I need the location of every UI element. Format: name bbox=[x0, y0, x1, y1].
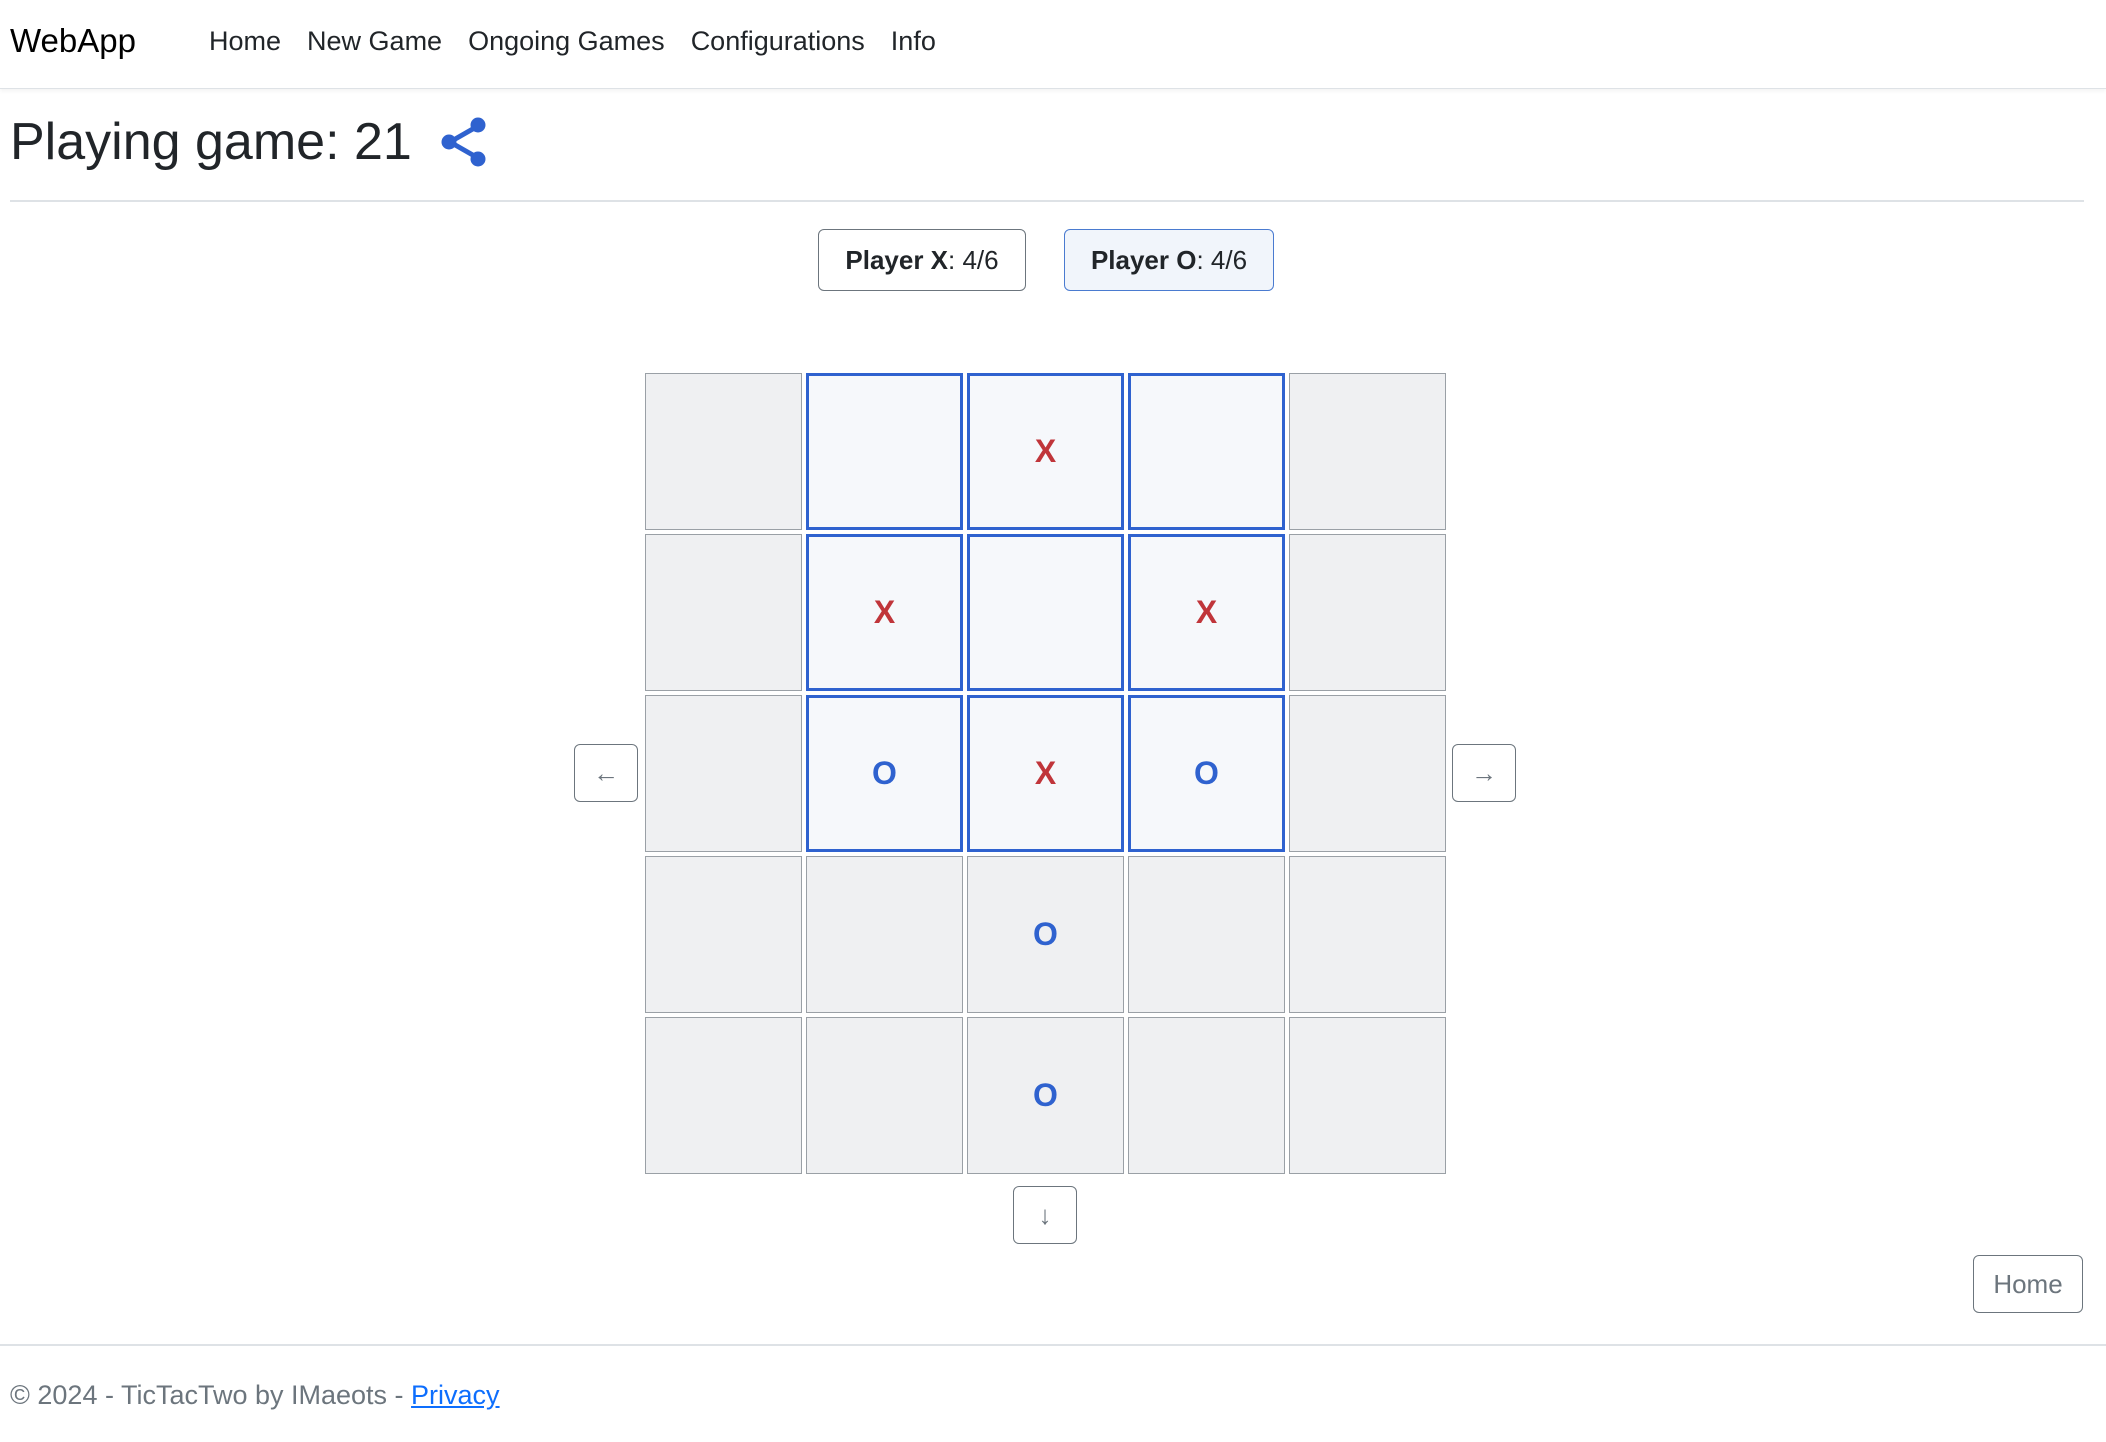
title-row: Playing game: 21 bbox=[10, 112, 492, 172]
mark-x: X bbox=[873, 594, 896, 630]
board-cell-r0-c4[interactable] bbox=[1289, 373, 1446, 530]
nav-home[interactable]: Home bbox=[209, 26, 281, 57]
home-button[interactable]: Home bbox=[1973, 1255, 2083, 1313]
player-x-count: 4/6 bbox=[962, 244, 999, 275]
board-cell-r1-c1[interactable]: X bbox=[806, 534, 963, 691]
mark-o: O bbox=[1033, 916, 1058, 952]
player-o-count: 4/6 bbox=[1210, 244, 1248, 275]
board-cell-r4-c1[interactable] bbox=[806, 1017, 963, 1174]
board-cell-r2-c2[interactable]: X bbox=[967, 695, 1124, 852]
board-cell-r3-c4[interactable] bbox=[1289, 856, 1446, 1013]
board-cell-r4-c0[interactable] bbox=[645, 1017, 802, 1174]
board-cell-r1-c4[interactable] bbox=[1289, 534, 1446, 691]
board-cell-r1-c2[interactable] bbox=[967, 534, 1124, 691]
board-cell-r3-c2[interactable]: O bbox=[967, 856, 1124, 1013]
board-cell-r0-c1[interactable] bbox=[806, 373, 963, 530]
footer-divider bbox=[0, 1344, 2106, 1346]
footer: © 2024 - TicTacTwo by IMaeots - Privacy bbox=[10, 1380, 500, 1411]
move-right-button[interactable]: → bbox=[1452, 744, 1516, 802]
arrow-left-icon: ← bbox=[593, 757, 619, 788]
mark-o: O bbox=[1033, 1077, 1058, 1113]
move-down-button[interactable]: ↓ bbox=[1013, 1186, 1077, 1244]
player-o-status: Player O: 4/6 bbox=[1064, 229, 1274, 291]
mark-x: X bbox=[1034, 755, 1057, 791]
nav-info[interactable]: Info bbox=[891, 26, 936, 57]
board-cell-r4-c4[interactable] bbox=[1289, 1017, 1446, 1174]
board-cell-r3-c1[interactable] bbox=[806, 856, 963, 1013]
board-cell-r0-c0[interactable] bbox=[645, 373, 802, 530]
privacy-link[interactable]: Privacy bbox=[411, 1380, 500, 1410]
mark-o: O bbox=[1194, 755, 1219, 791]
title-divider bbox=[10, 200, 2084, 202]
footer-text: © 2024 - TicTacTwo by IMaeots - bbox=[10, 1380, 412, 1410]
board-cell-r0-c3[interactable] bbox=[1128, 373, 1285, 530]
share-icon[interactable] bbox=[436, 114, 492, 170]
player-o-name: Player O bbox=[1090, 244, 1197, 275]
arrow-down-icon: ↓ bbox=[1038, 1199, 1052, 1230]
mark-x: X bbox=[1195, 594, 1218, 630]
board-cell-r3-c3[interactable] bbox=[1128, 856, 1285, 1013]
board-cell-r2-c4[interactable] bbox=[1289, 695, 1446, 852]
game-board: X X X O X O O O bbox=[645, 373, 1446, 1174]
move-left-button[interactable]: ← bbox=[574, 744, 638, 802]
nav-links: Home New Game Ongoing Games Configuratio… bbox=[209, 26, 962, 57]
mark-o: O bbox=[872, 755, 897, 791]
nav-new-game[interactable]: New Game bbox=[307, 26, 442, 57]
brand-link[interactable]: WebApp bbox=[10, 22, 136, 60]
nav-ongoing-games[interactable]: Ongoing Games bbox=[468, 26, 665, 57]
mark-x: X bbox=[1034, 433, 1057, 469]
page-title: Playing game: 21 bbox=[10, 113, 412, 171]
player-x-name: Player X bbox=[845, 244, 949, 275]
player-x-status: Player X: 4/6 bbox=[818, 229, 1026, 291]
board-cell-r4-c2[interactable]: O bbox=[967, 1017, 1124, 1174]
board-cell-r2-c1[interactable]: O bbox=[806, 695, 963, 852]
board-cell-r1-c3[interactable]: X bbox=[1128, 534, 1285, 691]
board-cell-r2-c3[interactable]: O bbox=[1128, 695, 1285, 852]
board-cell-r0-c2[interactable]: X bbox=[967, 373, 1124, 530]
board-cell-r2-c0[interactable] bbox=[645, 695, 802, 852]
nav-configurations[interactable]: Configurations bbox=[691, 26, 865, 57]
arrow-right-icon: → bbox=[1471, 757, 1497, 788]
player-o-sep: : bbox=[1196, 244, 1211, 275]
board-cell-r1-c0[interactable] bbox=[645, 534, 802, 691]
board-cell-r3-c0[interactable] bbox=[645, 856, 802, 1013]
board-cell-r4-c3[interactable] bbox=[1128, 1017, 1285, 1174]
player-x-sep: : bbox=[948, 244, 963, 275]
navbar: WebApp Home New Game Ongoing Games Confi… bbox=[0, 0, 2106, 89]
